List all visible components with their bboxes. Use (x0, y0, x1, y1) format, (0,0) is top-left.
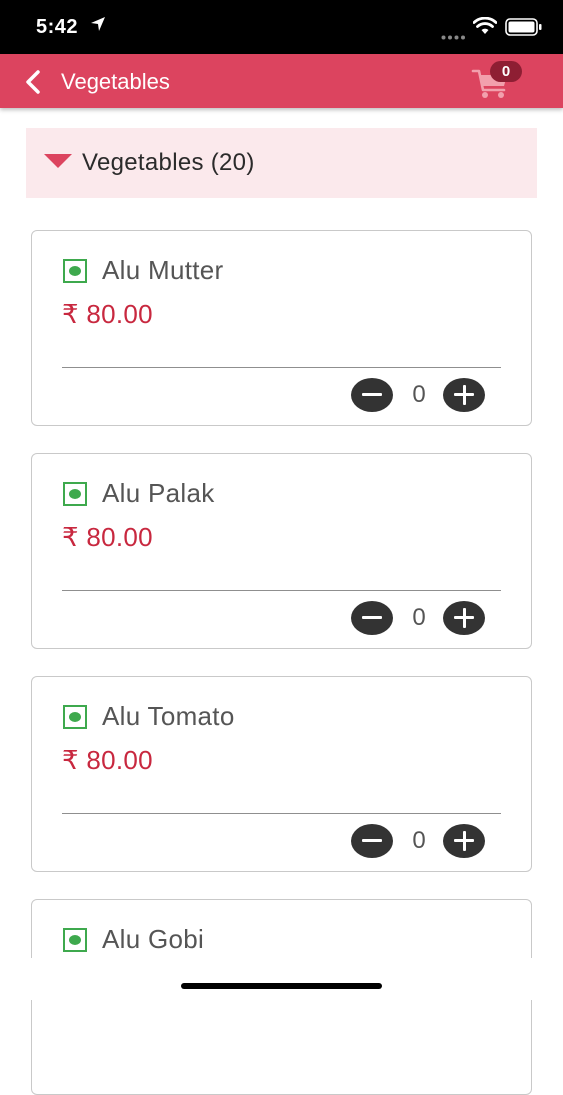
item-name: Alu Palak (102, 478, 215, 508)
location-arrow-icon (90, 16, 106, 37)
menu-item-card: Alu Palak ₹ 80.00 0 (31, 453, 532, 649)
divider (62, 367, 501, 368)
status-time: 5:42 (36, 16, 79, 38)
increase-quantity-button[interactable] (443, 378, 485, 412)
veg-indicator-icon (63, 259, 87, 283)
menu-item-card: Alu Mutter ₹ 80.00 0 (31, 230, 532, 426)
decrease-quantity-button[interactable] (351, 601, 393, 635)
decrease-quantity-button[interactable] (351, 378, 393, 412)
item-name: Alu Tomato (102, 701, 235, 731)
veg-indicator-icon (63, 482, 87, 506)
wifi-icon (472, 16, 498, 40)
home-indicator[interactable] (181, 983, 382, 989)
item-name: Alu Mutter (102, 255, 224, 285)
increase-quantity-button[interactable] (443, 601, 485, 635)
increase-quantity-button[interactable] (443, 824, 485, 858)
item-price: ₹ 80.00 (62, 522, 153, 552)
bottom-safe-area (0, 958, 563, 1000)
quantity-value: 0 (412, 827, 426, 854)
veg-indicator-icon (63, 705, 87, 729)
quantity-value: 0 (412, 381, 426, 408)
veg-indicator-icon (63, 928, 87, 952)
chevron-left-icon (26, 70, 40, 94)
category-header[interactable]: Vegetables (20) (26, 128, 537, 198)
page-title: Vegetables (61, 69, 170, 94)
quantity-value: 0 (412, 604, 426, 631)
caret-down-icon (44, 154, 72, 175)
item-price: ₹ 80.00 (62, 299, 153, 329)
divider (62, 590, 501, 591)
cart-count-badge: 0 (490, 61, 522, 82)
divider (62, 813, 501, 814)
item-name: Alu Gobi (102, 924, 205, 954)
decrease-quantity-button[interactable] (351, 824, 393, 858)
signal-dots-icon (441, 27, 467, 45)
menu-item-card: Alu Tomato ₹ 80.00 0 (31, 676, 532, 872)
status-bar: 5:42 (0, 0, 563, 54)
app-bar: Vegetables (0, 54, 563, 108)
back-button[interactable] (20, 68, 48, 96)
category-title: Vegetables (20) (82, 149, 255, 176)
item-price: ₹ 80.00 (62, 745, 153, 775)
battery-icon (505, 18, 543, 41)
